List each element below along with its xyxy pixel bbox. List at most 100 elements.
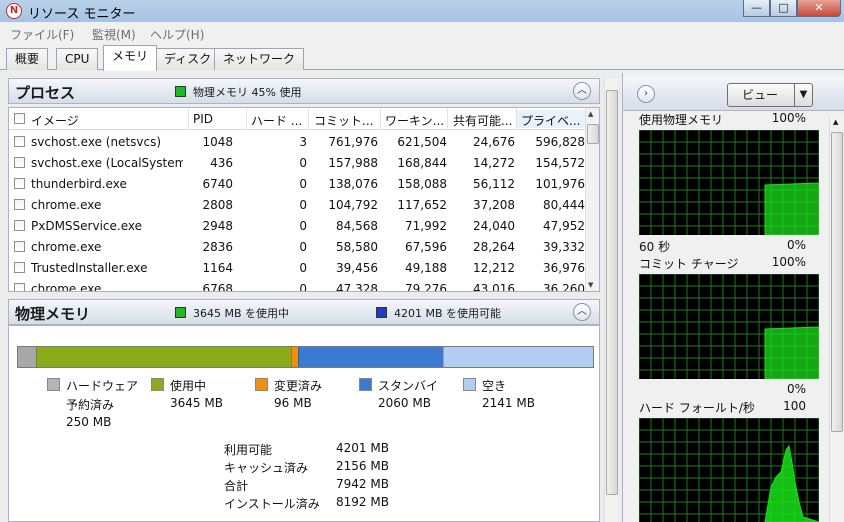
legend-swatch bbox=[151, 378, 164, 391]
expand-pane-icon[interactable]: › bbox=[637, 85, 655, 103]
table-cell: 436 bbox=[210, 156, 233, 170]
graph-scroll-up-icon[interactable]: ▲ bbox=[833, 118, 838, 126]
row-checkbox[interactable] bbox=[14, 241, 25, 252]
table-cell: 1164 bbox=[202, 261, 233, 275]
table-cell: thunderbird.exe bbox=[31, 177, 127, 191]
close-button[interactable]: ✕ bbox=[797, 0, 841, 17]
graph-scroll-thumb[interactable] bbox=[831, 132, 843, 432]
legend-value: 3645 MB bbox=[170, 396, 223, 410]
table-cell: svchost.exe (LocalSystem... bbox=[31, 156, 183, 170]
table-cell: TrustedInstaller.exe bbox=[31, 261, 148, 275]
col-pid[interactable]: PID bbox=[193, 112, 233, 126]
in-use-swatch bbox=[175, 307, 186, 318]
table-row[interactable]: TrustedInstaller.exe 1164 0 39,456 49,188 12,… bbox=[9, 257, 587, 278]
table-row[interactable]: thunderbird.exe 6740 0 138,076 158,088 56,112… bbox=[9, 173, 587, 194]
dropdown-arrow-icon[interactable]: ▼ bbox=[794, 84, 812, 106]
graph-scrollbar[interactable]: ▲ bbox=[829, 116, 843, 522]
col-hard-faults[interactable]: ハード ... bbox=[251, 112, 307, 129]
legend-label: 空き bbox=[482, 379, 507, 393]
menu-help[interactable]: ヘルプ(H) bbox=[150, 26, 204, 43]
table-cell: 47,328 bbox=[336, 282, 378, 292]
graph-pane-header: › ビュー ▼ bbox=[623, 77, 844, 111]
process-table: イメージ PID ハード ... コミット... ワーキン... 共有可能...… bbox=[8, 107, 600, 292]
table-cell: 0 bbox=[299, 198, 307, 212]
legend-value: 250 MB bbox=[66, 415, 112, 429]
row-checkbox[interactable] bbox=[14, 178, 25, 189]
tab-disk[interactable]: ディスク bbox=[155, 48, 221, 70]
table-cell: 104,792 bbox=[328, 198, 378, 212]
table-row[interactable]: chrome.exe 2836 0 58,580 67,596 28,264 39,332 bbox=[9, 236, 587, 257]
tab-cpu[interactable]: CPU bbox=[56, 48, 99, 70]
main-scroll-thumb[interactable] bbox=[606, 90, 618, 495]
table-cell: 24,040 bbox=[473, 219, 515, 233]
view-button-label: ビュー bbox=[742, 88, 779, 102]
graph-title: 使用物理メモリ bbox=[639, 113, 724, 127]
scroll-down-icon[interactable]: ▼ bbox=[588, 281, 593, 289]
scroll-thumb[interactable] bbox=[587, 124, 599, 144]
tab-network[interactable]: ネットワーク bbox=[214, 48, 305, 70]
menu-bar: ファイル(F) 監視(M) ヘルプ(H) bbox=[0, 22, 844, 44]
row-checkbox[interactable] bbox=[14, 220, 25, 231]
memory-panel-header[interactable]: 物理メモリ 3645 MB を使用中 4201 MB を使用可能 ︿ bbox=[8, 299, 600, 325]
memory-usage-swatch bbox=[175, 86, 186, 97]
view-button[interactable]: ビュー ▼ bbox=[727, 83, 813, 107]
tab-strip: 概要 CPU メモリ ディスク ネットワーク bbox=[0, 44, 844, 71]
maximize-button[interactable]: □ bbox=[770, 0, 797, 17]
table-cell: 101,976 bbox=[535, 177, 585, 191]
collapse-memory-icon[interactable]: ︿ bbox=[573, 303, 591, 321]
col-image[interactable]: イメージ bbox=[31, 112, 181, 129]
row-checkbox[interactable] bbox=[14, 136, 25, 147]
table-cell: 36,260 bbox=[543, 282, 585, 292]
table-cell: PxDMSService.exe bbox=[31, 219, 142, 233]
row-checkbox[interactable] bbox=[14, 199, 25, 210]
graph-max-label: 100 bbox=[783, 399, 806, 413]
minimize-button[interactable]: — bbox=[743, 0, 770, 17]
table-cell: chrome.exe bbox=[31, 282, 102, 292]
table-cell: chrome.exe bbox=[31, 240, 102, 254]
table-row[interactable]: chrome.exe 6768 0 47,328 79,276 43,016 36,260 bbox=[9, 278, 587, 292]
table-row[interactable]: svchost.exe (LocalSystem... 436 0 157,988 16… bbox=[9, 152, 587, 173]
col-private[interactable]: プライベ... bbox=[517, 110, 585, 128]
tab-overview[interactable]: 概要 bbox=[6, 48, 49, 70]
table-cell: 157,988 bbox=[328, 156, 378, 170]
memory-details: ハードウェア 予約済み 250 MB 使用中 3645 MB 変更済み 96 MB スタンバイ… bbox=[8, 325, 600, 522]
window-title: リソース モニター bbox=[28, 7, 136, 22]
legend-sublabel: 予約済み bbox=[66, 398, 115, 412]
table-cell: 0 bbox=[299, 177, 307, 191]
graph-max-label: 100% bbox=[771, 255, 806, 269]
memory-bar-in-use bbox=[35, 347, 292, 367]
table-cell: 36,976 bbox=[543, 261, 585, 275]
table-row[interactable]: chrome.exe 2808 0 104,792 117,652 37,208 80,44… bbox=[9, 194, 587, 215]
legend-label: スタンバイ bbox=[378, 379, 439, 393]
memory-bar-reserved bbox=[18, 347, 36, 367]
table-cell: 84,568 bbox=[336, 219, 378, 233]
row-checkbox[interactable] bbox=[14, 262, 25, 273]
row-checkbox[interactable] bbox=[14, 283, 25, 291]
process-table-header: イメージ PID ハード ... コミット... ワーキン... 共有可能...… bbox=[9, 108, 587, 130]
table-cell: 24,676 bbox=[473, 135, 515, 149]
summary-value: 7942 MB bbox=[336, 477, 389, 491]
table-cell: 79,276 bbox=[405, 282, 447, 292]
table-cell: 3 bbox=[299, 135, 307, 149]
summary-label: 利用可能 bbox=[224, 443, 273, 457]
collapse-process-icon[interactable]: ︿ bbox=[573, 82, 591, 100]
table-row[interactable]: svchost.exe (netsvcs) 1048 3 761,976 621,504… bbox=[9, 131, 587, 152]
col-shareable[interactable]: 共有可能... bbox=[453, 112, 517, 129]
col-working-set[interactable]: ワーキン... bbox=[385, 112, 449, 129]
row-checkbox[interactable] bbox=[14, 157, 25, 168]
resource-monitor-icon: N bbox=[6, 3, 22, 19]
main-scrollbar[interactable] bbox=[604, 78, 618, 522]
table-cell: 0 bbox=[299, 240, 307, 254]
tab-memory[interactable]: メモリ bbox=[103, 45, 158, 71]
in-use-text: 3645 MB を使用中 bbox=[193, 307, 290, 320]
table-cell: 2808 bbox=[202, 198, 233, 212]
process-panel-header[interactable]: プロセス 物理メモリ 45% 使用 ︿ bbox=[8, 78, 600, 104]
menu-file[interactable]: ファイル(F) bbox=[10, 26, 74, 43]
table-row[interactable]: PxDMSService.exe 2948 0 84,568 71,992 24,040 4… bbox=[9, 215, 587, 236]
col-commit[interactable]: コミット... bbox=[314, 112, 379, 129]
scroll-up-icon[interactable]: ▲ bbox=[588, 110, 593, 118]
graph-max-label: 100% bbox=[771, 111, 806, 125]
menu-monitor[interactable]: 監視(M) bbox=[92, 26, 136, 43]
process-scrollbar[interactable]: ▲ ▼ bbox=[585, 108, 599, 291]
select-all-checkbox[interactable] bbox=[14, 113, 25, 124]
